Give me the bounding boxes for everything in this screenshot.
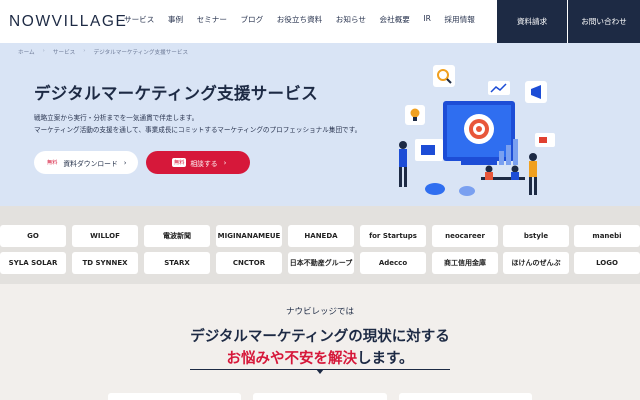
hero-description: 戦略立案から実行・分析までを一気通貫で伴走します。 マーケティング活動の支援を通… [34, 113, 361, 136]
breadcrumb: ホーム › サービス › デジタルマーケティング支援サービス [18, 48, 188, 56]
client-logos-section: GO WILLOF 電波新聞 MIGINANAMEUE HANEDA for S… [0, 206, 640, 284]
consult-button[interactable]: 無料 相談する › [146, 151, 250, 174]
request-documents-button[interactable]: 資料請求 [497, 0, 567, 43]
nav-item-cases[interactable]: 事例 [168, 14, 183, 25]
breadcrumb-current: デジタルマーケティング支援サービス [93, 50, 189, 56]
client-logo: CNCTOR [216, 252, 282, 274]
video-icon [539, 137, 547, 143]
client-logo: GO [0, 225, 66, 247]
down-triangle-icon [316, 369, 324, 374]
client-logo: TD SYNNEX [72, 252, 138, 274]
trend-card [488, 81, 510, 95]
person-figure [399, 141, 407, 149]
nav-item-blog[interactable]: ブログ [240, 14, 263, 25]
hero-illustration [399, 65, 555, 196]
client-logo: WILLOF [72, 225, 138, 247]
chevron-right-icon: › [123, 158, 127, 167]
main-nav: サービス 事例 セミナー ブログ お役立ち資料 お知らせ 会社概要 IR 採用情… [124, 14, 488, 25]
site-logo[interactable]: NOWVILLAGE [9, 13, 128, 31]
section-title-rest: します。 [356, 351, 414, 367]
client-logo: STARX [144, 252, 210, 274]
chevron-right-icon: › [223, 158, 227, 167]
client-logo: ほけんのぜんぷ [503, 252, 569, 274]
nav-item-company[interactable]: 会社概要 [380, 14, 410, 25]
problem-card [253, 393, 387, 400]
hero-desc-line2: マーケティング活動の支援を通して、事業成長にコミットするマーケティングのプロフェ… [34, 125, 362, 134]
client-logo: Adecco [360, 252, 426, 274]
problem-card [398, 393, 532, 400]
client-logo: 日本不動産グループ [288, 252, 354, 274]
person-figure [529, 153, 537, 161]
consult-label: 相談する [190, 159, 218, 168]
section-title-accent: お悩みや不安を解決 [226, 351, 357, 367]
nav-item-seminar[interactable]: セミナー [197, 14, 227, 25]
search-card [433, 65, 455, 87]
hero-desc-line1: 戦略立案から実行・分析までを一気通貫で伴走します。 [34, 114, 199, 122]
contact-button[interactable]: お問い合わせ [568, 0, 640, 43]
download-materials-label: 資料ダウンロード [63, 159, 118, 168]
client-logo: for Startups [360, 225, 426, 247]
free-badge: 無料 [172, 158, 187, 167]
breadcrumb-separator: › [42, 48, 45, 54]
page-title: デジタルマーケティング支援サービス [34, 84, 318, 103]
client-logo: SYLA SOLAR [0, 252, 66, 274]
nav-item-ir[interactable]: IR [423, 14, 431, 25]
plant [425, 183, 445, 195]
section-kicker: ナウビレッジでは [285, 307, 354, 317]
nav-item-service[interactable]: サービス [124, 14, 154, 25]
client-logo: 電波新聞 [144, 225, 210, 247]
problem-card [108, 393, 242, 400]
client-logo: LOGO [574, 252, 640, 274]
section-title-line1: デジタルマーケティングの現状に対する [190, 329, 450, 345]
download-materials-button[interactable]: 無料 資料ダウンロード › [34, 151, 138, 174]
breadcrumb-separator: › [83, 48, 86, 54]
client-logo: manebi [574, 225, 640, 247]
client-logo: bstyle [503, 225, 569, 247]
breadcrumb-service[interactable]: サービス [53, 48, 75, 56]
client-logo: HANEDA [288, 225, 354, 247]
nav-item-news[interactable]: お知らせ [336, 14, 366, 25]
mail-icon [421, 145, 435, 155]
nav-item-recruit[interactable]: 採用情報 [444, 14, 474, 25]
client-logo: MIGINANAMEUE [216, 225, 282, 247]
nav-item-resources[interactable]: お役立ち資料 [277, 14, 323, 25]
lightbulb-icon [410, 108, 420, 118]
client-logo: 商工信用金庫 [432, 252, 498, 274]
breadcrumb-home[interactable]: ホーム [18, 48, 35, 56]
problem-cards [108, 393, 532, 400]
section-title-line2: お悩みや不安を解決します。 [0, 347, 640, 368]
free-badge: 無料 [47, 160, 58, 166]
site-header: NOWVILLAGE サービス 事例 セミナー ブログ お役立ち資料 お知らせ … [0, 0, 640, 43]
client-logo: neocareer [432, 225, 498, 247]
hero-section: ホーム › サービス › デジタルマーケティング支援サービス デジタルマーケティ… [0, 43, 640, 206]
